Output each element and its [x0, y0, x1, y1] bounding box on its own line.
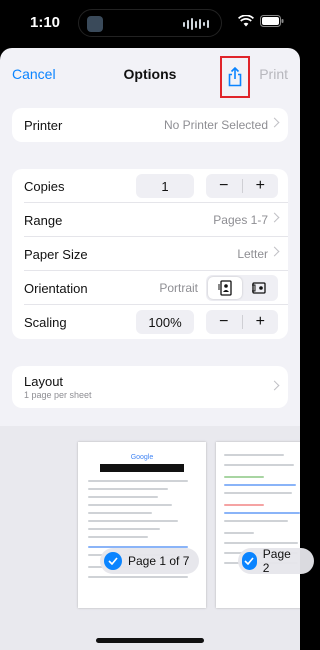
orientation-value: Portrait — [159, 281, 198, 295]
copies-row: Copies 1 − + — [24, 169, 288, 203]
wifi-icon — [238, 15, 254, 27]
chevron-right-icon — [269, 380, 280, 391]
landscape-orientation-icon — [252, 282, 266, 294]
dynamic-island — [78, 9, 222, 37]
status-time: 1:10 — [30, 14, 61, 31]
paper-size-label: Paper Size — [24, 247, 88, 262]
settings-group: Copies 1 − + Range Pages 1-7 Paper Size … — [12, 169, 288, 339]
scaling-label: Scaling — [24, 315, 67, 330]
battery-icon — [260, 15, 284, 27]
nav-bar: Cancel Options Print — [0, 48, 300, 102]
scaling-plus-button[interactable]: + — [243, 310, 279, 334]
orientation-label: Orientation — [24, 281, 88, 296]
copies-label: Copies — [24, 179, 65, 194]
paper-size-row[interactable]: Paper Size Letter — [24, 237, 288, 271]
printer-value: No Printer Selected — [163, 118, 268, 132]
scaling-field[interactable]: 100% — [136, 310, 194, 334]
paper-size-value: Letter — [237, 247, 268, 261]
printer-row[interactable]: Printer No Printer Selected — [24, 108, 288, 142]
copies-minus-button[interactable]: − — [206, 174, 242, 198]
copies-plus-button[interactable]: + — [243, 174, 279, 198]
redacted-bar — [100, 464, 184, 472]
chevron-right-icon — [269, 246, 280, 257]
chevron-right-icon — [269, 117, 280, 128]
home-indicator[interactable] — [96, 638, 204, 643]
landscape-button[interactable] — [242, 277, 276, 299]
range-label: Range — [24, 213, 63, 228]
print-button[interactable]: Print — [259, 66, 288, 82]
copies-field[interactable]: 1 — [136, 174, 194, 198]
page-title: Options — [123, 66, 177, 82]
chevron-right-icon — [269, 212, 280, 223]
checkmark-icon — [242, 552, 257, 570]
share-button[interactable] — [220, 56, 250, 98]
page1-logo: Google — [130, 454, 154, 461]
scaling-row: Scaling 100% − + — [24, 305, 288, 339]
range-row[interactable]: Range Pages 1-7 — [24, 203, 288, 237]
preview-page-2[interactable] — [216, 442, 300, 608]
page-2-label: Page 2 — [262, 547, 291, 575]
scaling-stepper: − + — [206, 310, 278, 334]
printer-group: Printer No Printer Selected — [12, 108, 288, 142]
share-icon — [228, 67, 242, 87]
layout-label: Layout — [24, 374, 64, 389]
portrait-orientation-icon — [218, 280, 232, 296]
page-1-label: Page 1 of 7 — [128, 554, 190, 568]
audio-wave-icon — [183, 18, 209, 30]
print-preview: Google — [0, 426, 300, 650]
copies-stepper: − + — [206, 174, 278, 198]
range-value: Pages 1-7 — [213, 213, 268, 227]
portrait-button[interactable] — [208, 277, 242, 299]
orientation-toggle — [206, 275, 278, 301]
page-1-badge: Page 1 of 7 — [100, 548, 200, 574]
app-icon — [87, 16, 103, 32]
layout-row[interactable]: Layout 1 page per sheet — [24, 366, 288, 408]
orientation-row: Orientation Portrait — [24, 271, 288, 305]
preview-page-1[interactable]: Google — [78, 442, 206, 608]
printer-label: Printer — [24, 118, 63, 133]
layout-value: 1 page per sheet — [24, 390, 92, 400]
checkmark-icon — [104, 552, 122, 570]
status-bar: 1:10 — [0, 0, 300, 44]
page-2-badge: Page 2 — [238, 547, 315, 575]
layout-group: Layout 1 page per sheet — [12, 366, 288, 408]
scaling-minus-button[interactable]: − — [206, 310, 242, 334]
